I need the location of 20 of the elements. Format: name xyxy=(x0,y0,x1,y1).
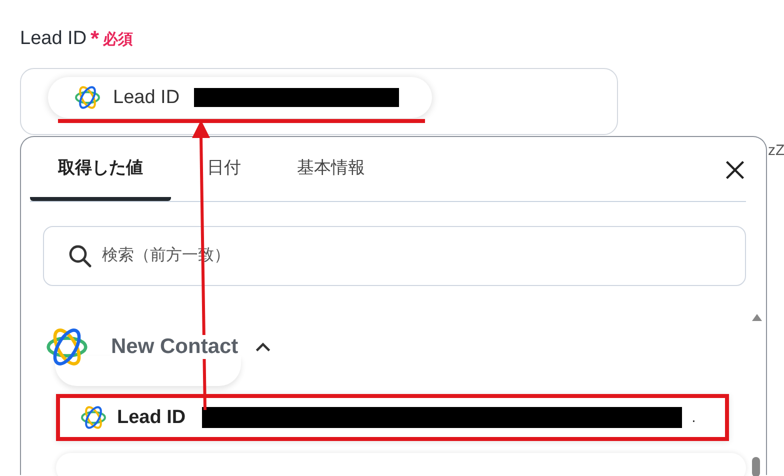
search-icon xyxy=(68,244,92,268)
group-title[interactable]: New Contact xyxy=(111,335,238,359)
item-suffix: . xyxy=(692,409,696,426)
close-icon[interactable] xyxy=(724,159,746,181)
tab[interactable]: 基本情報 xyxy=(269,137,393,201)
required-text: 必須 xyxy=(103,30,134,48)
orbit-logo-icon xyxy=(74,84,101,111)
input-field[interactable]: Lead ID xyxy=(20,68,618,135)
field-label: Lead ID xyxy=(20,28,87,50)
scrollbar-thumb[interactable] xyxy=(752,457,760,476)
orbit-logo-icon xyxy=(80,404,107,431)
required-mark: * xyxy=(90,26,100,52)
chip-label: Lead ID xyxy=(113,86,180,108)
tab[interactable]: 日付 xyxy=(171,137,269,201)
side-text: zZ xyxy=(768,142,784,159)
tab[interactable]: 取得した値 xyxy=(30,137,171,201)
value-chip[interactable]: Lead ID xyxy=(48,77,432,118)
item-label: Lead ID xyxy=(117,406,186,428)
scroll-up-icon[interactable] xyxy=(752,314,762,321)
list-item[interactable]: Lead ID . xyxy=(56,394,729,441)
